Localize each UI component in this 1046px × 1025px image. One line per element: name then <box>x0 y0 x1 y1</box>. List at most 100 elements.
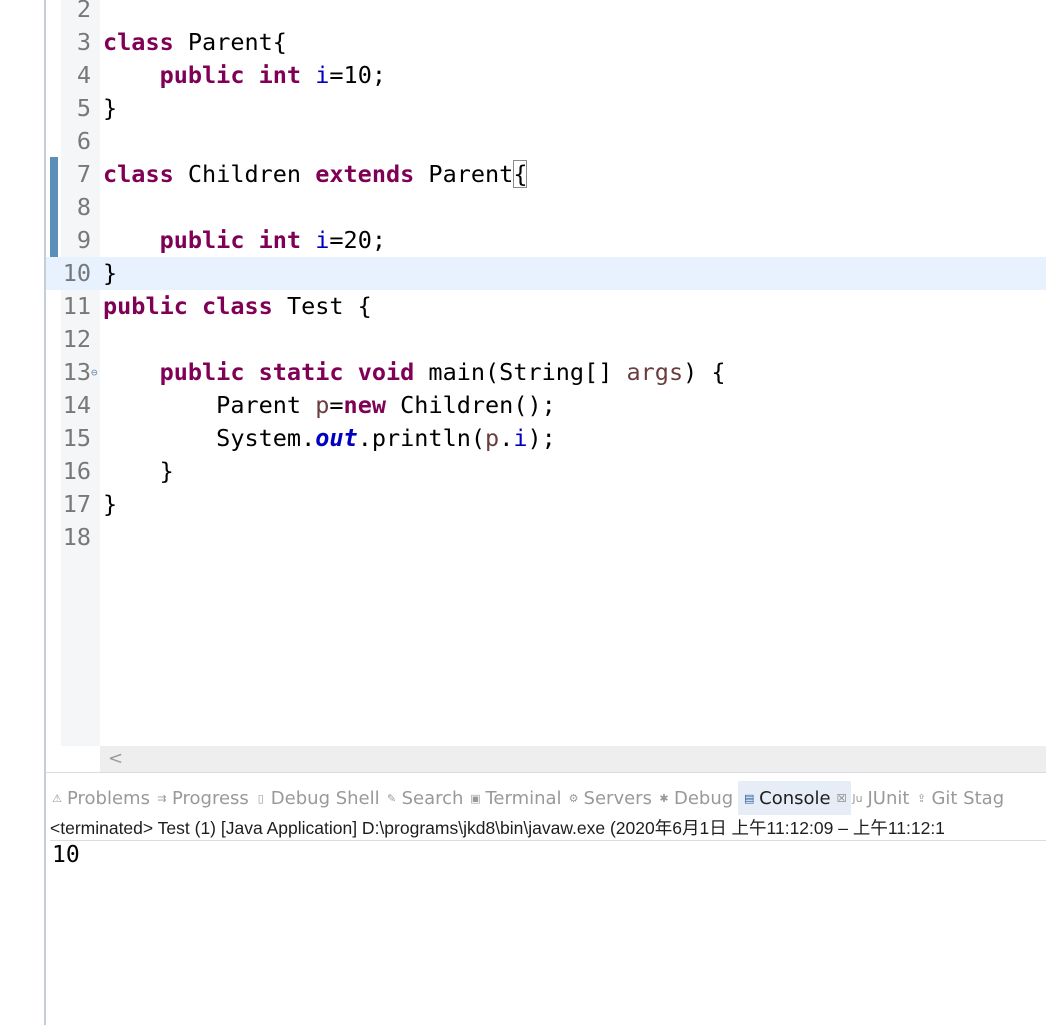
code-text[interactable]: public int i=20; <box>103 224 386 257</box>
code-token: =20; <box>329 226 386 254</box>
code-line[interactable]: 18 <box>46 521 1046 554</box>
line-number: 10 <box>62 259 91 287</box>
tab-label: Console <box>759 787 831 809</box>
code-text[interactable]: } <box>103 455 174 488</box>
tab-debug[interactable]: ✱ Debug <box>657 781 738 815</box>
code-token: } <box>103 94 118 122</box>
close-icon[interactable]: ☒ <box>837 792 847 805</box>
code-token: Parent{ <box>173 28 287 56</box>
debug-icon: ✱ <box>659 791 669 805</box>
tab-console[interactable]: ▤ Console ☒ <box>738 781 851 815</box>
line-number: 14 <box>62 391 91 419</box>
tab-servers[interactable]: ⚙ Servers <box>567 781 657 815</box>
fold-toggle-icon[interactable]: ⊖ <box>91 356 101 389</box>
code-token: ); <box>527 424 556 452</box>
keyword-token: void <box>357 358 415 386</box>
line-number: 6 <box>76 127 91 155</box>
code-token: . <box>499 424 514 452</box>
code-text[interactable]: public int i=10; <box>103 59 386 92</box>
code-line[interactable]: 17} <box>46 488 1046 521</box>
code-line[interactable]: 9 public int i=20; <box>46 224 1046 257</box>
code-token: System. <box>103 424 316 452</box>
code-line[interactable]: 12 <box>46 323 1046 356</box>
tab-terminal[interactable]: ▣ Terminal <box>468 781 566 815</box>
code-token: Parent <box>103 391 316 419</box>
junit-icon: Ju <box>852 791 863 805</box>
code-token: =10; <box>329 61 386 89</box>
tab-label: Terminal <box>485 787 562 809</box>
code-line[interactable]: 2 <box>46 0 1046 26</box>
tab-debug-shell[interactable]: ▯ Debug Shell <box>254 781 385 815</box>
code-text[interactable]: } <box>103 92 117 125</box>
tab-label: Debug Shell <box>270 787 380 809</box>
code-line[interactable]: 11 public class Test { <box>46 290 1046 323</box>
tab-search[interactable]: ✎ Search <box>385 781 469 815</box>
code-area[interactable]: 2 3 class Parent{4 public int i=10; 5} 6 7 cla… <box>46 0 1046 554</box>
code-line[interactable]: 16 } <box>46 455 1046 488</box>
code-line[interactable]: 3 class Parent{ <box>46 26 1046 59</box>
code-line[interactable]: 15 System.out.println(p.i); <box>46 422 1046 455</box>
scroll-left-arrow-icon[interactable]: < <box>108 748 123 769</box>
search-icon: ✎ <box>387 791 397 805</box>
code-line[interactable]: 7 class Children extends Parent{ <box>46 158 1046 191</box>
variable-token: p <box>315 391 330 419</box>
servers-icon: ⚙ <box>568 791 579 805</box>
code-line[interactable]: 4 public int i=10; <box>46 59 1046 92</box>
code-text[interactable]: } <box>103 257 117 290</box>
terminal-icon: ▣ <box>470 791 481 805</box>
line-number: 7 <box>76 160 91 188</box>
code-line[interactable]: 10} <box>46 257 1046 290</box>
code-line[interactable]: 6 <box>46 125 1046 158</box>
code-token: main(String[] <box>414 358 627 386</box>
console-icon: ▤ <box>743 791 755 805</box>
debug-shell-icon: ▯ <box>257 791 264 805</box>
progress-icon: ⇉ <box>157 791 167 805</box>
code-text[interactable]: Parent p=new Children(); <box>103 389 556 422</box>
code-text[interactable]: class Children extends Parent{ <box>103 158 528 191</box>
code-text[interactable]: System.out.println(p.i); <box>103 422 556 455</box>
bottom-panel: ⚠ Problems ⇉ Progress ▯ Debug Shell ✎ Search ▣ Te… <box>46 772 1046 1025</box>
code-line[interactable]: 8 <box>46 191 1046 224</box>
console-output[interactable]: 10 <box>52 842 80 868</box>
problems-icon: ⚠ <box>52 791 62 805</box>
tab-progress[interactable]: ⇉ Progress <box>155 781 254 815</box>
tab-junit[interactable]: Ju JUnit <box>851 781 915 815</box>
horizontal-scrollbar[interactable]: < <box>100 746 1046 772</box>
line-number: 12 <box>62 325 91 353</box>
keyword-token: public <box>159 226 245 254</box>
keyword-token: int <box>258 61 302 89</box>
code-text[interactable]: public class Test { <box>103 290 372 323</box>
keyword-token: new <box>343 391 386 419</box>
line-number: 11 <box>62 292 91 320</box>
tab-label: Debug <box>673 787 734 809</box>
keyword-token: public <box>159 61 245 89</box>
tab-problems[interactable]: ⚠ Problems <box>50 781 155 815</box>
code-text[interactable]: } <box>103 488 117 521</box>
keyword-token: class <box>202 292 273 320</box>
keyword-token: public <box>103 292 188 320</box>
line-number: 3 <box>76 28 91 56</box>
code-token: Children(); <box>386 391 556 419</box>
code-token: Children <box>173 160 316 188</box>
tab-git-stag[interactable]: ⇪ Git Stag <box>914 781 1009 815</box>
code-line[interactable]: 5} <box>46 92 1046 125</box>
code-token: } <box>103 457 174 485</box>
tab-label: Servers <box>583 787 652 809</box>
code-line[interactable]: 14 Parent p=new Children(); <box>46 389 1046 422</box>
line-number: 5 <box>76 94 91 122</box>
code-editor[interactable]: 2 3 class Parent{4 public int i=10; 5} 6 7 cla… <box>46 0 1046 772</box>
line-number: 4 <box>76 61 91 89</box>
code-token: } <box>103 490 118 518</box>
variable-token: p <box>485 424 500 452</box>
code-text[interactable]: class Parent{ <box>103 26 287 59</box>
code-line[interactable]: 13 ⊖ public static void main(String[] arg… <box>46 356 1046 389</box>
code-text[interactable]: public static void main(String[] args) { <box>103 356 726 389</box>
keyword-token: extends <box>315 160 415 188</box>
code-token: .println( <box>357 424 486 452</box>
